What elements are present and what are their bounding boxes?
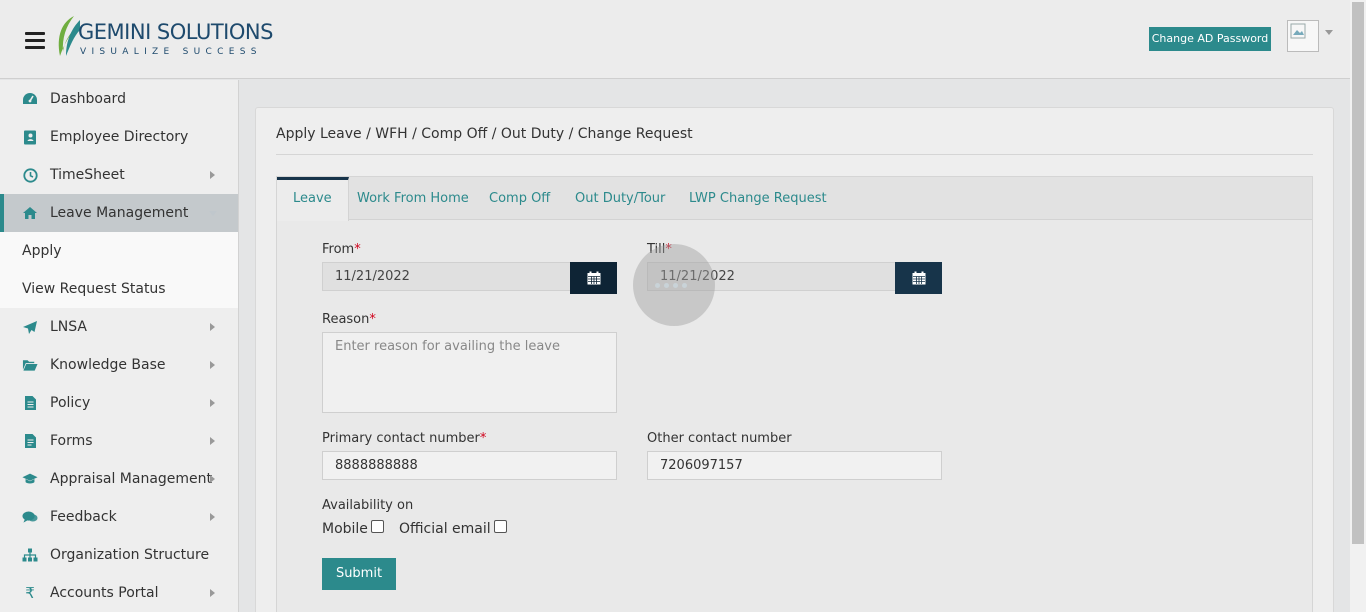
sidebar-item-label: Knowledge Base — [50, 357, 166, 373]
calendar-icon — [587, 271, 600, 285]
comments-icon — [22, 509, 38, 525]
sidebar-item-organization-structure[interactable]: Organization Structure — [0, 536, 238, 574]
sidebar-item-label: Organization Structure — [50, 547, 210, 563]
page-scrollbar[interactable] — [1350, 0, 1366, 612]
logo-tagline: VISUALIZE SUCCESS — [80, 47, 262, 57]
tab-out-duty-tour[interactable]: Out Duty/Tour — [559, 177, 681, 220]
hamburger-menu-icon[interactable] — [25, 32, 45, 50]
tab-bar: Leave Work From Home Comp Off Out Duty/T… — [277, 177, 1312, 221]
caret-right-icon — [210, 437, 215, 445]
sidebar-item-policy[interactable]: Policy — [0, 384, 238, 422]
tab-leave[interactable]: Leave — [277, 177, 349, 221]
sitemap-icon — [22, 547, 38, 563]
mobile-checkbox[interactable] — [370, 519, 384, 533]
reason-textarea[interactable]: Enter reason for availing the leave — [322, 332, 617, 413]
sidebar: Dashboard Employee Directory TimeSheet L… — [0, 80, 239, 612]
caret-right-icon — [210, 171, 215, 179]
logo-title: GEMINI SOLUTIONS — [78, 20, 273, 44]
sidebar-item-label: TimeSheet — [50, 167, 125, 183]
tab-comp-off[interactable]: Comp Off — [473, 177, 566, 220]
submit-button[interactable]: Submit — [322, 558, 396, 590]
caret-right-icon — [210, 589, 215, 597]
from-date-input[interactable]: 11/21/2022 — [322, 262, 572, 291]
from-label: From* — [322, 242, 361, 257]
caret-right-icon — [210, 323, 215, 331]
caret-down-icon — [209, 211, 217, 216]
scrollbar-thumb[interactable] — [1352, 2, 1364, 544]
user-menu-chevron-down-icon[interactable] — [1325, 30, 1333, 35]
sidebar-item-leave-management[interactable]: Leave Management — [0, 194, 238, 232]
reason-label-text: Reason — [322, 312, 370, 327]
other-contact-input[interactable]: 7206097157 — [647, 451, 942, 480]
document-icon — [22, 395, 38, 411]
sidebar-item-label: Appraisal Management — [50, 471, 213, 487]
sidebar-item-label: LNSA — [50, 319, 87, 335]
till-calendar-button[interactable] — [895, 262, 942, 294]
required-mark: * — [354, 242, 361, 257]
sidebar-item-employee-directory[interactable]: Employee Directory — [0, 118, 238, 156]
tab-lwp-change-request[interactable]: LWP Change Request — [673, 177, 843, 220]
company-logo[interactable]: GEMINI SOLUTIONS VISUALIZE SUCCESS — [54, 14, 284, 60]
primary-contact-label-text: Primary contact number — [322, 431, 480, 446]
required-mark: * — [369, 312, 376, 327]
sidebar-item-label: Dashboard — [50, 91, 126, 107]
reason-label: Reason* — [322, 312, 376, 327]
sidebar-item-lnsa[interactable]: LNSA — [0, 308, 238, 346]
caret-right-icon — [210, 361, 215, 369]
sidebar-subitem-view-request-status[interactable]: View Request Status — [0, 270, 238, 308]
sidebar-item-label: Leave Management — [50, 205, 189, 221]
graduation-cap-icon — [22, 471, 38, 487]
form-icon — [22, 433, 38, 449]
required-mark: * — [479, 431, 487, 446]
sidebar-item-forms[interactable]: Forms — [0, 422, 238, 460]
sidebar-item-label: Feedback — [50, 509, 117, 525]
primary-contact-label: Primary contact number* — [322, 431, 486, 446]
sidebar-subitem-apply[interactable]: Apply — [0, 232, 238, 270]
mobile-label: Mobile — [322, 521, 368, 537]
loading-dots-icon — [655, 283, 687, 288]
caret-right-icon — [210, 399, 215, 407]
home-icon — [22, 205, 38, 221]
clock-icon — [22, 167, 38, 183]
caret-right-icon — [210, 513, 215, 521]
official-email-label: Official email — [399, 521, 491, 537]
title-divider — [276, 154, 1313, 155]
official-email-checkbox[interactable] — [493, 519, 507, 533]
mobile-option: Mobile — [322, 519, 384, 537]
rupee-icon: ₹ — [25, 584, 35, 602]
sidebar-item-feedback[interactable]: Feedback — [0, 498, 238, 536]
top-header: GEMINI SOLUTIONS VISUALIZE SUCCESS Chang… — [0, 0, 1350, 79]
address-book-icon — [22, 129, 38, 145]
sidebar-item-label: Forms — [50, 433, 93, 449]
broken-image-icon — [1290, 23, 1306, 39]
from-calendar-button[interactable] — [570, 262, 617, 294]
official-email-option: Official email — [399, 519, 507, 537]
tab-work-from-home[interactable]: Work From Home — [341, 177, 485, 220]
sidebar-item-label: Accounts Portal — [50, 585, 159, 601]
paper-plane-icon — [22, 319, 38, 335]
other-contact-label: Other contact number — [647, 431, 792, 446]
change-ad-password-button[interactable]: Change AD Password — [1149, 27, 1271, 51]
dashboard-icon — [22, 91, 38, 107]
avatar[interactable] — [1287, 20, 1319, 52]
sidebar-item-accounts-portal[interactable]: ₹ Accounts Portal — [0, 574, 238, 612]
from-label-text: From — [322, 242, 355, 257]
sidebar-item-timesheet[interactable]: TimeSheet — [0, 156, 238, 194]
sidebar-item-label: Policy — [50, 395, 91, 411]
calendar-icon — [912, 271, 925, 285]
sidebar-item-label: Employee Directory — [50, 129, 189, 145]
sidebar-item-knowledge-base[interactable]: Knowledge Base — [0, 346, 238, 384]
availability-label: Availability on — [322, 498, 414, 513]
folder-open-icon — [22, 357, 38, 373]
sidebar-item-dashboard[interactable]: Dashboard — [0, 80, 238, 118]
sidebar-item-appraisal-management[interactable]: Appraisal Management — [0, 460, 238, 498]
page-title: Apply Leave / WFH / Comp Off / Out Duty … — [276, 126, 693, 142]
caret-right-icon — [210, 475, 215, 483]
primary-contact-input[interactable]: 8888888888 — [322, 451, 617, 480]
